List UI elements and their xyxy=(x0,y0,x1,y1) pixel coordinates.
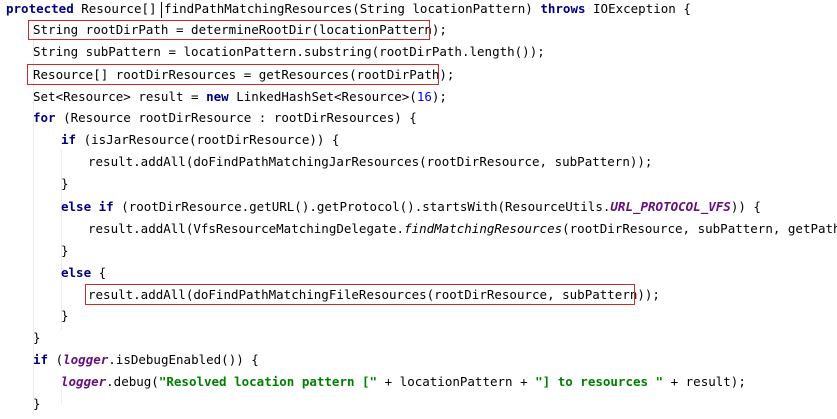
code-token: if xyxy=(61,132,77,147)
code-line[interactable]: result.addAll(VfsResourceMatchingDelegat… xyxy=(88,218,837,239)
code-line[interactable]: } xyxy=(61,240,69,261)
code-token: Resource[] rootDirResources = getResourc… xyxy=(33,67,455,82)
code-token: Set<Resource> result = xyxy=(33,89,207,104)
code-line[interactable]: else if (rootDirResource.getURL().getPro… xyxy=(61,196,761,217)
code-token: findMatchingResources xyxy=(404,221,563,236)
code-token: Resource[] xyxy=(73,1,165,16)
code-token: (rootDirResource, subPattern, getPathMat… xyxy=(562,221,837,236)
code-token: result.addAll(doFindPathMatchingFileReso… xyxy=(88,287,660,302)
code-line[interactable]: logger.debug("Resolved location pattern … xyxy=(61,371,746,392)
code-token: 16 xyxy=(416,89,432,104)
code-token: findPathMatchingResources(String locatio… xyxy=(164,1,541,16)
code-token: "] to resources " xyxy=(535,374,664,389)
code-token: IOException { xyxy=(585,1,691,16)
code-token: )) { xyxy=(730,199,761,214)
code-token: } xyxy=(33,396,41,411)
code-token: String rootDirPath = determineRootDir(lo… xyxy=(33,22,447,37)
code-line[interactable]: } xyxy=(33,393,41,414)
code-token: } xyxy=(61,243,69,258)
code-line[interactable]: for (Resource rootDirResource : rootDirR… xyxy=(33,107,417,128)
code-token: .isDebugEnabled()) { xyxy=(108,352,259,367)
code-token: if xyxy=(33,352,49,367)
code-line[interactable]: else { xyxy=(61,262,106,283)
code-line[interactable]: if (isJarResource(rootDirResource)) { xyxy=(61,129,339,150)
code-line[interactable]: } xyxy=(61,305,69,326)
text-caret xyxy=(161,2,162,18)
code-token: } xyxy=(33,330,41,345)
code-token: (isJarResource(rootDirResource)) { xyxy=(76,132,340,147)
code-token: (Resource rootDirResource : rootDirResou… xyxy=(55,110,417,125)
code-editor[interactable]: protected Resource[] findPathMatchingRes… xyxy=(0,0,837,419)
code-token: .debug( xyxy=(106,374,159,389)
code-token: (rootDirResource.getURL().getProtocol().… xyxy=(113,199,611,214)
code-token: logger xyxy=(63,352,109,367)
code-token: for xyxy=(33,110,56,125)
code-token: String subPattern = locationPattern.subs… xyxy=(33,44,545,59)
code-token: else if xyxy=(61,199,114,214)
code-token: throws xyxy=(540,1,586,16)
code-line[interactable]: } xyxy=(33,327,41,348)
code-token: ); xyxy=(431,89,447,104)
code-token: result.addAll(doFindPathMatchingJarResou… xyxy=(88,154,653,169)
code-token: + result); xyxy=(663,374,746,389)
code-line[interactable]: } xyxy=(61,173,69,194)
code-line[interactable]: result.addAll(doFindPathMatchingFileReso… xyxy=(88,284,660,305)
code-token: LinkedHashSet<Resource>( xyxy=(228,89,417,104)
code-line[interactable]: protected Resource[] findPathMatchingRes… xyxy=(6,0,691,19)
code-line[interactable]: result.addAll(doFindPathMatchingJarResou… xyxy=(88,151,652,172)
code-token: new xyxy=(206,89,229,104)
code-token: ( xyxy=(48,352,64,367)
code-token: { xyxy=(91,265,107,280)
code-token: } xyxy=(61,308,69,323)
code-token: URL_PROTOCOL_VFS xyxy=(610,199,731,214)
code-token: protected xyxy=(6,1,74,16)
code-token: + locationPattern + xyxy=(377,374,536,389)
code-line[interactable]: String rootDirPath = determineRootDir(lo… xyxy=(33,19,447,40)
code-token: else xyxy=(61,265,92,280)
code-line[interactable]: if (logger.isDebugEnabled()) { xyxy=(33,349,259,370)
code-token: "Resolved location pattern [" xyxy=(158,374,378,389)
code-line[interactable]: Set<Resource> result = new LinkedHashSet… xyxy=(33,86,447,107)
code-token: } xyxy=(61,176,69,191)
code-line[interactable]: String subPattern = locationPattern.subs… xyxy=(33,41,545,62)
code-token: result.addAll(VfsResourceMatchingDelegat… xyxy=(88,221,405,236)
code-line[interactable]: Resource[] rootDirResources = getResourc… xyxy=(33,64,454,85)
code-token: logger xyxy=(61,374,107,389)
